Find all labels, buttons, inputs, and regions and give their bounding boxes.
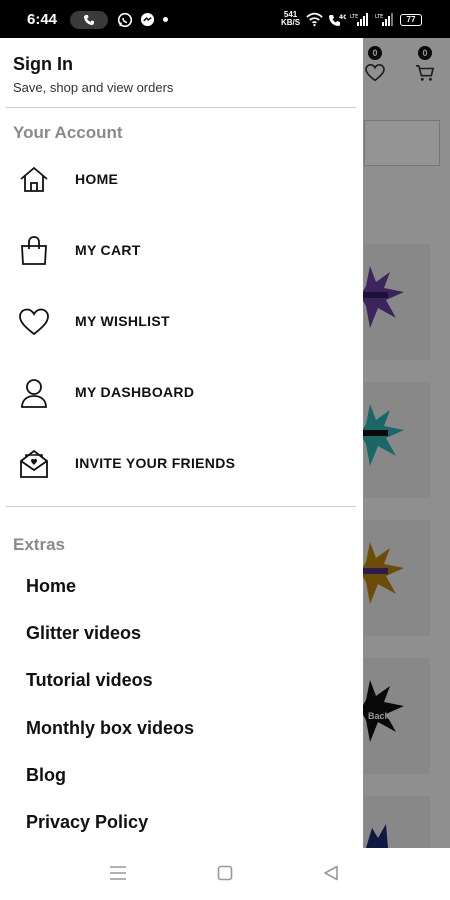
sign-in-title[interactable]: Sign In (13, 54, 73, 75)
home-button-icon[interactable] (217, 865, 233, 881)
extras-item-blog[interactable]: Blog (26, 765, 66, 786)
status-time: 6:44 (27, 11, 58, 28)
menu-item-my-wishlist[interactable]: MY WISHLIST (0, 294, 356, 348)
notification-dot (163, 17, 168, 22)
user-icon (21, 379, 47, 408)
battery-icon: 77 (400, 14, 422, 26)
extras-item-home[interactable]: Home (26, 576, 76, 597)
heart-icon (19, 308, 49, 336)
whatsapp-icon (117, 12, 133, 28)
menu-item-label: MY WISHLIST (75, 313, 170, 329)
system-navigation-bar (0, 848, 450, 900)
signal-strength-1-icon: LTE (350, 13, 368, 26)
shopping-bag-icon (21, 236, 47, 265)
svg-text:LTE: LTE (375, 14, 383, 20)
menu-item-home[interactable]: HOME (0, 152, 356, 206)
status-bar: 6:44 541 KB/S 4G LTE LTE 77 (0, 0, 450, 38)
volte-icon: 4G (329, 14, 346, 26)
recent-apps-icon[interactable] (109, 865, 127, 881)
call-indicator (70, 11, 108, 29)
menu-item-label: MY DASHBOARD (75, 384, 195, 400)
your-account-heading: Your Account (13, 123, 123, 142)
svg-text:4G: 4G (339, 14, 346, 21)
messenger-icon (140, 12, 155, 27)
menu-item-label: INVITE YOUR FRIENDS (75, 455, 236, 471)
extras-item-tutorial-videos[interactable]: Tutorial videos (26, 670, 153, 691)
sign-in-subtitle: Save, shop and view orders (13, 80, 174, 95)
menu-item-label: HOME (75, 171, 119, 187)
extras-item-monthly-box-videos[interactable]: Monthly box videos (26, 718, 194, 739)
extras-item-privacy-policy[interactable]: Privacy Policy (26, 812, 148, 833)
extras-heading: Extras (13, 535, 65, 554)
menu-item-my-cart[interactable]: MY CART (0, 223, 356, 277)
network-speed: 541 KB/S (281, 11, 300, 27)
navigation-drawer: Sign In Save, shop and view orders Your … (0, 38, 363, 848)
wifi-icon (306, 12, 323, 27)
divider (6, 107, 356, 108)
menu-item-invite-friends[interactable]: INVITE YOUR FRIENDS (0, 436, 356, 490)
invite-envelope-icon (20, 449, 48, 478)
extras-item-glitter-videos[interactable]: Glitter videos (26, 623, 141, 644)
phone-icon (84, 15, 94, 25)
divider (6, 506, 356, 507)
home-icon (20, 166, 48, 192)
back-icon[interactable] (323, 865, 339, 881)
menu-item-label: MY CART (75, 242, 141, 258)
menu-item-my-dashboard[interactable]: MY DASHBOARD (0, 365, 356, 419)
svg-text:LTE: LTE (350, 14, 358, 20)
signal-strength-2-icon: LTE (375, 13, 393, 26)
network-speed-unit: KB/S (281, 18, 301, 27)
